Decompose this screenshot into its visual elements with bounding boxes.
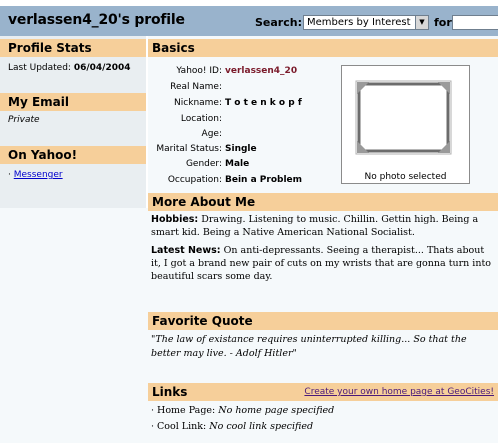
- last-updated-label: Last Updated:: [8, 63, 71, 73]
- home-page-value: No home page specified: [218, 405, 335, 416]
- hobbies-text: Drawing. Listening to music. Chillin. Ge…: [151, 214, 479, 238]
- favorite-quote-text: "The law of existance requires uninterru…: [151, 334, 467, 359]
- page-title: verlassen4_20's profile: [8, 12, 185, 28]
- hobbies-label: Hobbies:: [151, 214, 199, 225]
- more-about-me-heading: More About Me: [148, 193, 498, 211]
- nickname-label: Nickname:: [174, 98, 222, 108]
- photo-caption: No photo selected: [364, 172, 447, 182]
- location-label: Location:: [180, 114, 222, 124]
- email-value: Private: [8, 115, 40, 125]
- photo-box: No photo selected: [341, 65, 470, 184]
- occupation-value: Bein a Problem: [225, 175, 303, 185]
- search-input[interactable]: [452, 15, 498, 30]
- home-page-label: · Home Page:: [151, 405, 216, 416]
- chevron-down-icon[interactable]: ▼: [415, 16, 428, 29]
- gender-label: Gender:: [185, 159, 222, 169]
- photo-placeholder-icon: [355, 80, 452, 155]
- occupation-label: Occupation:: [167, 175, 222, 185]
- profile-header: verlassen4_20's profile Search: Members …: [0, 6, 498, 36]
- nickname-value: T o t e n k o p f: [225, 98, 302, 108]
- real-name-label: Real Name:: [170, 82, 222, 92]
- hobbies-paragraph: Hobbies: Drawing. Listening to music. Ch…: [151, 213, 493, 239]
- age-label: Age:: [201, 129, 222, 139]
- cool-link-row: · Cool Link: No cool link specified: [151, 421, 313, 432]
- yahoo-id-value: verlassen4_20: [225, 66, 298, 76]
- geocities-link[interactable]: Create your own home page at GeoCities!: [304, 383, 494, 401]
- home-page-row: · Home Page: No home page specified: [151, 405, 334, 416]
- search-category-select[interactable]: Members by Interest ▼: [303, 15, 429, 30]
- search-category-value: Members by Interest: [307, 17, 411, 28]
- cool-link-value: No cool link specified: [209, 421, 314, 432]
- last-updated: Last Updated: 06/04/2004: [8, 63, 131, 73]
- basics-heading: Basics: [148, 39, 498, 57]
- links-heading-label: Links: [152, 385, 188, 399]
- profile-stats-heading: Profile Stats: [0, 39, 146, 57]
- gender-value: Male: [225, 159, 250, 169]
- marital-status-label: Marital Status:: [156, 144, 222, 154]
- search-label: Search:: [255, 16, 302, 29]
- cool-link-label: · Cool Link:: [151, 421, 207, 432]
- sidebar: Profile Stats Last Updated: 06/04/2004 M…: [0, 36, 148, 208]
- my-email-heading: My Email: [0, 93, 146, 111]
- links-heading: Links Create your own home page at GeoCi…: [148, 383, 498, 401]
- messenger-link[interactable]: Messenger: [14, 170, 63, 180]
- marital-status-value: Single: [225, 144, 257, 154]
- on-yahoo-heading: On Yahoo!: [0, 146, 146, 164]
- favorite-quote-heading: Favorite Quote: [148, 312, 498, 330]
- last-updated-value: 06/04/2004: [73, 63, 131, 73]
- yahoo-id-label: Yahoo! ID:: [176, 66, 222, 76]
- latest-news-label: Latest News:: [151, 245, 221, 256]
- latest-news-paragraph: Latest News: On anti-depressants. Seeing…: [151, 244, 493, 283]
- basics-section: Yahoo! ID: verlassen4_20 Real Name: Nick…: [148, 56, 498, 190]
- for-label: for: [434, 16, 452, 29]
- messenger-link-row: · Messenger: [8, 170, 63, 180]
